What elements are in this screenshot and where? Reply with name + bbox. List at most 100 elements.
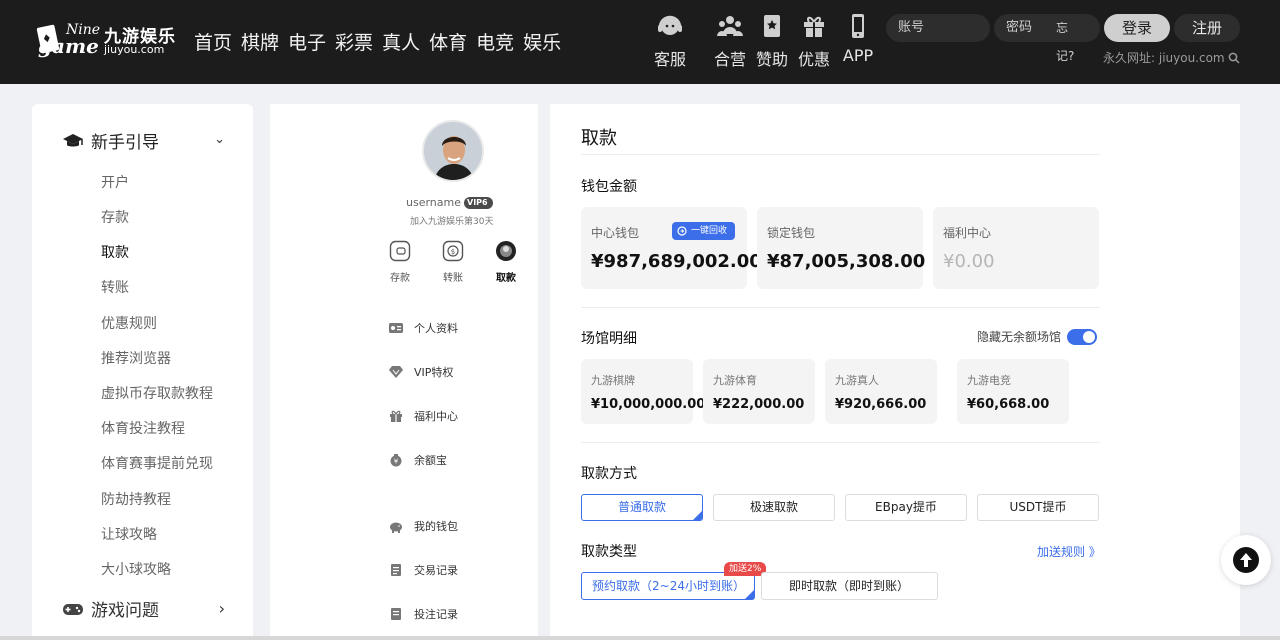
back-to-top-button[interactable]: [1221, 535, 1271, 585]
headset-icon: [658, 15, 682, 35]
username-input[interactable]: [886, 14, 990, 42]
quick-link-label: 赞助: [755, 50, 788, 69]
profile-menu-personal-info[interactable]: 个人资料: [388, 320, 458, 336]
site-logo[interactable]: Nine game 九游娱乐 jiuyou.com: [36, 20, 176, 60]
sidebar-item-transfer[interactable]: 转账: [101, 277, 129, 297]
method-normal[interactable]: 普通取款: [581, 494, 703, 521]
nav-item-chess[interactable]: 棋牌: [241, 28, 279, 55]
nav-item-home[interactable]: 首页: [194, 28, 232, 55]
wallet-action-deposit[interactable]: 存款: [380, 240, 420, 285]
type-instant[interactable]: 即时取款（即时到账）: [761, 572, 938, 600]
toggle-knob: [1083, 330, 1096, 343]
money-bag-icon: ¥: [390, 454, 402, 467]
method-ebpay[interactable]: EBpay提币: [845, 494, 967, 521]
method-fast[interactable]: 极速取款: [713, 494, 835, 521]
wallet-action-label: 取款: [496, 273, 516, 284]
password-input[interactable]: [994, 14, 1100, 42]
wallet-card-central: 中心钱包 一键回收 ¥987,689,002.00: [581, 207, 762, 289]
venue-card-amount: ¥60,668.00: [967, 397, 1050, 412]
hide-empty-venues-toggle[interactable]: 隐藏无余额场馆: [977, 328, 1098, 345]
bonus-badge: 加送2%: [724, 562, 767, 576]
profile-menu-bet-records[interactable]: 投注记录: [388, 606, 458, 622]
section-title-venues: 场馆明细: [581, 331, 637, 347]
nav-item-lottery[interactable]: 彩票: [335, 28, 373, 55]
wallet-action-label: 转账: [443, 273, 463, 284]
toggle-switch[interactable]: [1067, 328, 1098, 345]
quick-link-label: 合营: [713, 50, 746, 69]
receipt-icon: [391, 564, 401, 576]
sidebar-group-label: 新手引导: [91, 133, 159, 153]
id-card-icon: [389, 323, 403, 333]
sidebar-item-over-under[interactable]: 大小球攻略: [101, 559, 171, 579]
register-button[interactable]: 注册: [1174, 14, 1240, 42]
withdraw-panel: 取款 钱包金额 中心钱包 一键回收 ¥987,689,002.00 锁定钱包 ¥…: [550, 104, 1240, 640]
svg-text:$: $: [451, 248, 455, 256]
wallet-action-label: 存款: [390, 273, 410, 284]
quick-link-app[interactable]: APP: [836, 12, 880, 70]
nav-item-live[interactable]: 真人: [382, 28, 420, 55]
sidebar-item-withdraw[interactable]: 取款: [101, 242, 129, 262]
quick-link-service[interactable]: 客服: [648, 12, 692, 70]
login-button[interactable]: 登录: [1104, 14, 1170, 42]
wallet-card-label: 锁定钱包: [767, 226, 816, 240]
sidebar-item-crypto-guide[interactable]: 虚拟币存取款教程: [101, 383, 213, 403]
permanent-url-text: 永久网址: jiuyou.com: [1103, 51, 1225, 65]
wallet-action-withdraw[interactable]: 取款: [486, 240, 526, 285]
nav-item-entertainment[interactable]: 娱乐: [523, 28, 561, 55]
quick-link-label: 优惠: [797, 50, 830, 69]
quick-link-partners[interactable]: 合营: [708, 12, 752, 70]
logo-domain: jiuyou.com: [104, 43, 165, 56]
wallet-action-transfer[interactable]: $ 转账: [433, 240, 473, 285]
nav-item-sports[interactable]: 体育: [429, 28, 467, 55]
one-click-reclaim-button[interactable]: 一键回收: [672, 222, 736, 240]
wallet-card-locked: 锁定钱包 ¥87,005,308.00: [757, 207, 925, 289]
venue-card-esports: 九游电竞 ¥60,668.00: [957, 359, 1069, 424]
sponsor-icon: [764, 15, 780, 37]
gift-icon: [804, 16, 824, 37]
sidebar-group-games[interactable]: 游戏问题: [62, 596, 159, 621]
wallet-icon: [389, 240, 411, 262]
profile-menu-welfare[interactable]: 福利中心: [388, 408, 458, 424]
sidebar-item-open-account[interactable]: 开户: [101, 172, 129, 192]
profile-menu-vip[interactable]: VIP特权: [388, 364, 453, 380]
toggle-label: 隐藏无余额场馆: [977, 330, 1062, 344]
user-photo-icon: [424, 122, 482, 180]
type-scheduled[interactable]: 预约取款（2~24小时到账）: [581, 572, 755, 600]
venue-card-sports: 九游体育 ¥222,000.00: [703, 359, 815, 424]
quick-link-sponsor[interactable]: 赞助: [750, 12, 794, 70]
quick-links: 客服 合营 赞助 优惠 APP: [648, 12, 880, 70]
profile-menu-yuebao[interactable]: ¥ 余额宝: [388, 452, 447, 468]
sidebar-item-deposit[interactable]: 存款: [101, 207, 129, 227]
method-usdt[interactable]: USDT提币: [977, 494, 1099, 521]
sidebar-item-promo-rules[interactable]: 优惠规则: [101, 313, 157, 333]
sidebar-group-guide[interactable]: 新手引导: [62, 128, 159, 153]
withdraw-icon: [496, 241, 516, 261]
venue-card-label: 九游电竞: [967, 374, 1011, 387]
footer-edge: [0, 636, 1280, 640]
profile-menu-my-wallet[interactable]: 我的钱包: [388, 518, 458, 534]
wallet-card-amount: ¥0.00: [943, 251, 995, 272]
chevron-down-icon[interactable]: ⌄: [214, 132, 225, 147]
avatar[interactable]: [422, 120, 484, 182]
venue-card-amount: ¥920,666.00: [835, 397, 927, 412]
sidebar-item-handicap[interactable]: 让球攻略: [101, 524, 157, 544]
venue-card-label: 九游棋牌: [591, 374, 635, 387]
diamond-icon: [389, 366, 403, 378]
sidebar-item-anti-hijack[interactable]: 防劫持教程: [101, 489, 171, 509]
profile-menu-label: 福利中心: [414, 410, 458, 423]
bonus-rules-link[interactable]: 加送规则 》: [1037, 543, 1101, 560]
forgot-password-link[interactable]: 忘记?: [1056, 14, 1074, 63]
sidebar-item-sports-bet-guide[interactable]: 体育投注教程: [101, 418, 185, 438]
nav-item-esports[interactable]: 电竞: [476, 28, 514, 55]
profile-menu-label: 个人资料: [414, 322, 458, 335]
profile-menu-transactions[interactable]: 交易记录: [388, 562, 458, 578]
sidebar-item-browser[interactable]: 推荐浏览器: [101, 348, 171, 368]
top-header: Nine game 九游娱乐 jiuyou.com 首页 棋牌 电子 彩票 真人…: [0, 0, 1280, 84]
phone-icon: [852, 14, 864, 38]
sidebar-item-early-cashout[interactable]: 体育赛事提前兑现: [101, 453, 213, 473]
divider: [581, 307, 1100, 308]
chevron-right-icon[interactable]: ›: [219, 599, 225, 618]
quick-link-promotions[interactable]: 优惠: [792, 12, 836, 70]
profile-menu-label: 我的钱包: [414, 520, 458, 533]
nav-item-electronic[interactable]: 电子: [288, 28, 326, 55]
